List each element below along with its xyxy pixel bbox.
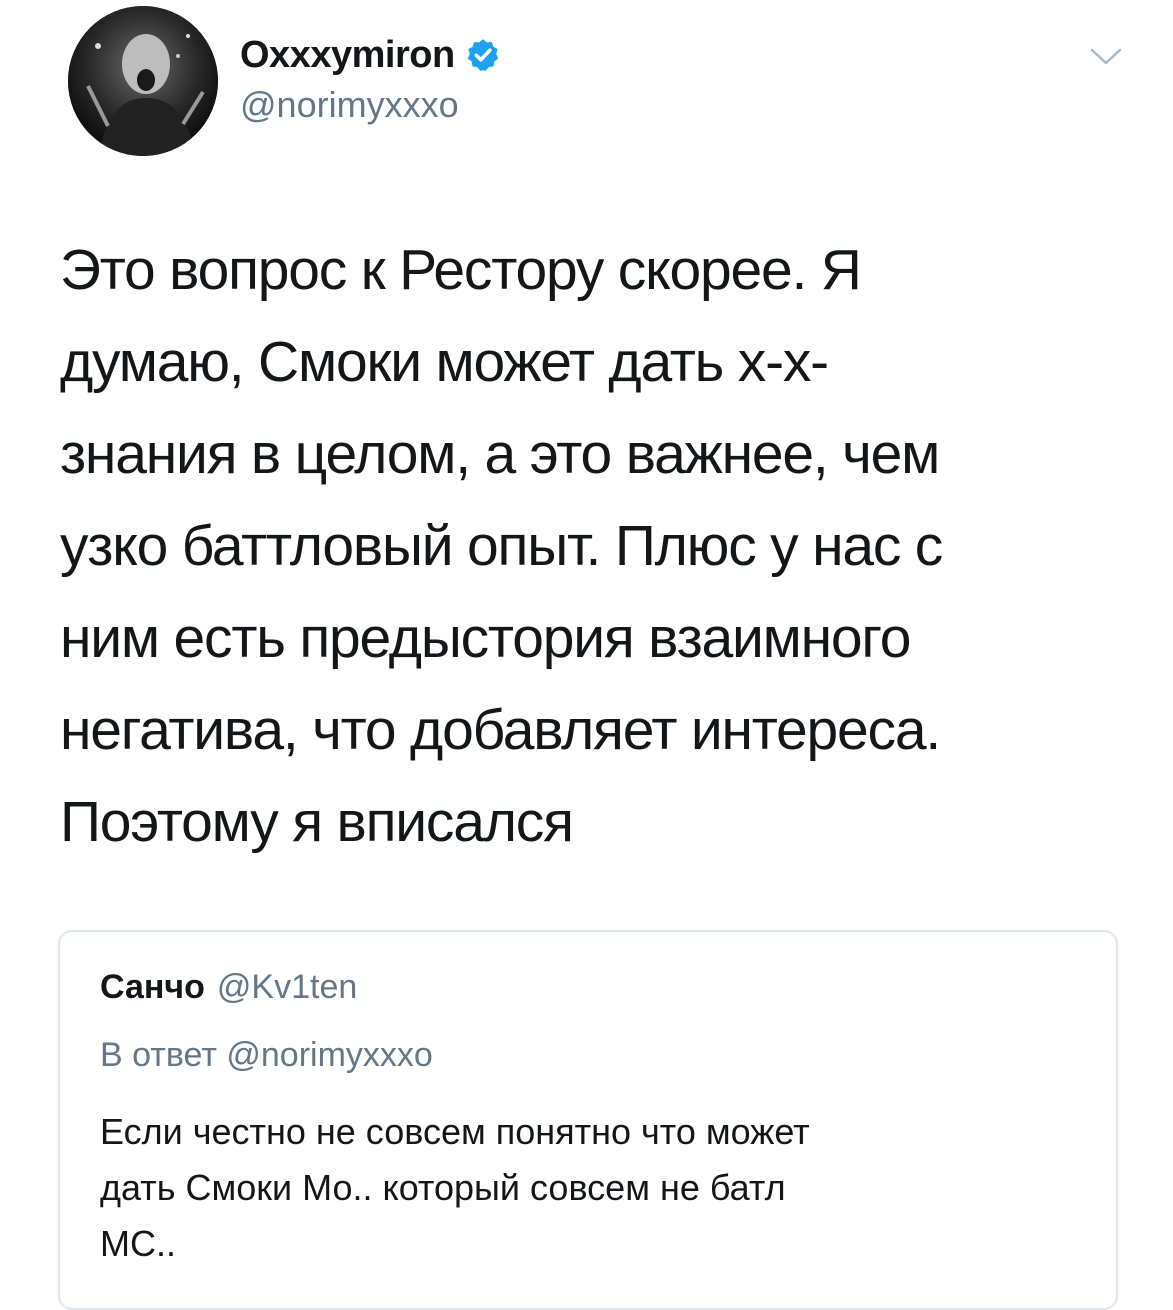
tweet-text-line: ним есть предыстория взаимного [60,606,911,670]
quoted-text-line: дать Смоки Мо.. который совсем не батл [100,1167,786,1208]
avatar[interactable] [68,6,218,156]
quoted-author-row[interactable]: Санчо @Kv1ten [100,968,357,1007]
quoted-text-line: МС.. [100,1223,176,1264]
quoted-tweet-text: Если честно не совсем понятно что может … [100,1104,1090,1272]
reply-mention[interactable]: @norimyxxxo [226,1036,432,1074]
reply-prefix: В ответ [100,1036,217,1074]
avatar-image [68,6,218,156]
quoted-handle[interactable]: @Kv1ten [217,968,357,1007]
display-name[interactable]: Oxxxymiron [240,34,455,77]
quoted-display-name[interactable]: Санчо [100,968,205,1007]
reply-context: В ответ @norimyxxxo [100,1036,433,1075]
author-row[interactable]: Oxxxymiron [240,30,501,80]
chevron-down-icon[interactable] [1086,44,1126,70]
quoted-tweet-card[interactable]: Санчо @Kv1ten В ответ @norimyxxxo Если ч… [58,930,1118,1310]
author-handle[interactable]: @norimyxxxo [240,84,459,126]
verified-badge-icon [467,39,498,72]
tweet-text-line: Это вопрос к Рестору скорее. Я [60,238,862,302]
tweet-text-line: узко баттловый опыт. Плюс у нас с [60,514,943,578]
tweet-text-line: думаю, Смоки может дать х-х- [60,330,829,394]
quoted-text-line: Если честно не совсем понятно что может [100,1111,810,1152]
tweet-text-line: негатива, что добавляет интереса. [60,698,941,762]
tweet-text: Это вопрос к Рестору скорее. Я думаю, См… [60,224,1120,868]
tweet-text-line: Поэтому я вписался [60,790,574,854]
tweet-text-line: знания в целом, а это важнее, чем [60,422,940,486]
